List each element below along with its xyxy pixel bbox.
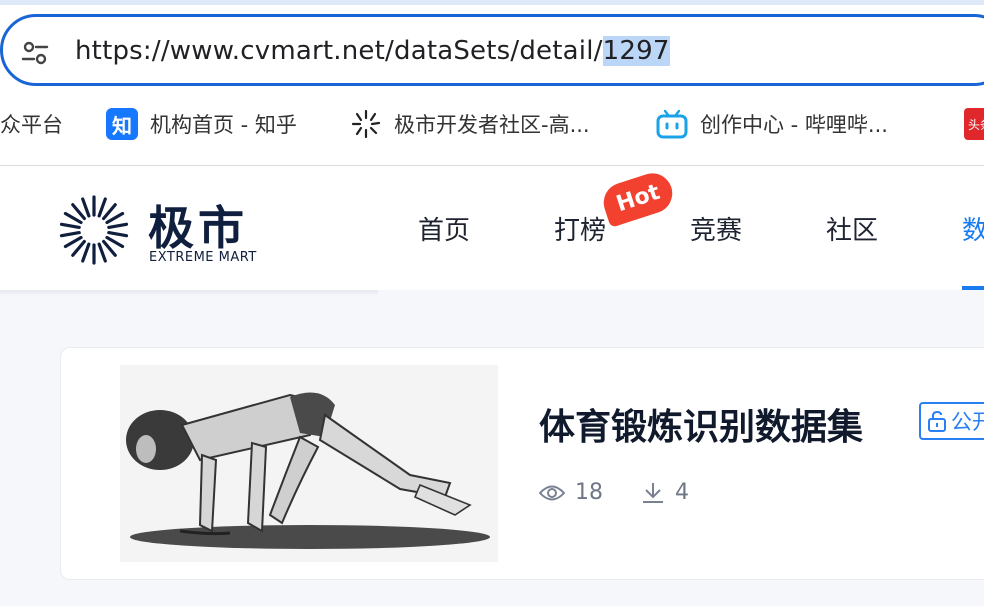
bookmark-label: 众平台 [0,113,63,137]
bookmarks-bar: 众平台 知 机构首页 - 知乎 极市开发者社区-高... 创作中心 - 哔哩哔.… [0,102,984,146]
views-count: 18 [575,480,603,505]
zhihu-icon: 知 [106,108,138,140]
dataset-stats: 18 4 [539,480,727,505]
dataset-title: 体育锻炼识别数据集 [539,407,864,448]
browser-chrome: https://www.cvmart.net/dataSets/detail/1… [0,0,984,166]
cvmart-icon [350,108,382,140]
bilibili-icon [656,108,688,140]
nav-home[interactable]: 首页 [418,210,470,247]
unlock-icon [928,410,946,432]
nav-competition[interactable]: 竞赛 [690,210,742,247]
aperture-logo-icon [59,195,129,265]
nav-active-indicator [962,286,984,290]
public-tag: 公开 [919,402,984,440]
nav-datasets[interactable]: 数 [962,210,984,247]
bookmark-item-bilibili[interactable]: 创作中心 - 哔哩哔... [656,102,888,146]
downloads-stat: 4 [641,480,689,505]
views-stat: 18 [539,480,603,505]
logo-title: 极市 [148,201,248,255]
logo-subtitle: EXTREME MART [149,250,257,265]
bookmark-label: 极市开发者社区-高... [394,113,590,137]
bookmark-item-cvmart[interactable]: 极市开发者社区-高... [350,102,590,146]
header-shadow [0,290,378,296]
url-selection: 1297 [602,36,670,66]
url-main: https://www.cvmart.net/dataSets/detail/ [75,36,603,66]
site-logo[interactable]: 极市 EXTREME MART [56,192,276,268]
public-tag-label: 公开 [951,410,984,434]
eye-icon [539,485,565,500]
downloads-count: 4 [675,480,689,505]
toutiao-icon: 头条 [964,108,984,140]
plank-figure-image [120,365,498,562]
dataset-thumbnail[interactable] [120,365,498,562]
url-text[interactable]: https://www.cvmart.net/dataSets/detail/1… [75,36,670,66]
address-bar[interactable]: https://www.cvmart.net/dataSets/detail/1… [0,14,984,86]
bookmark-label: 机构首页 - 知乎 [150,113,297,137]
download-icon [643,482,663,503]
bookmark-label: 创作中心 - 哔哩哔... [700,113,888,137]
tab-strip-edge [0,0,984,5]
bookmark-item-toutiao[interactable]: 头条 [964,102,984,146]
nav-community[interactable]: 社区 [826,210,878,247]
nav-leaderboard[interactable]: 打榜 [554,210,606,247]
bookmark-item[interactable]: 众平台 [0,102,63,146]
site-header: 极市 EXTREME MART 首页 打榜 竞赛 社区 数 [0,166,984,290]
dataset-card: 体育锻炼识别数据集 公开 18 4 [60,347,984,580]
site-settings-icon[interactable] [21,39,49,67]
bookmark-item-zhihu[interactable]: 知 机构首页 - 知乎 [106,102,297,146]
